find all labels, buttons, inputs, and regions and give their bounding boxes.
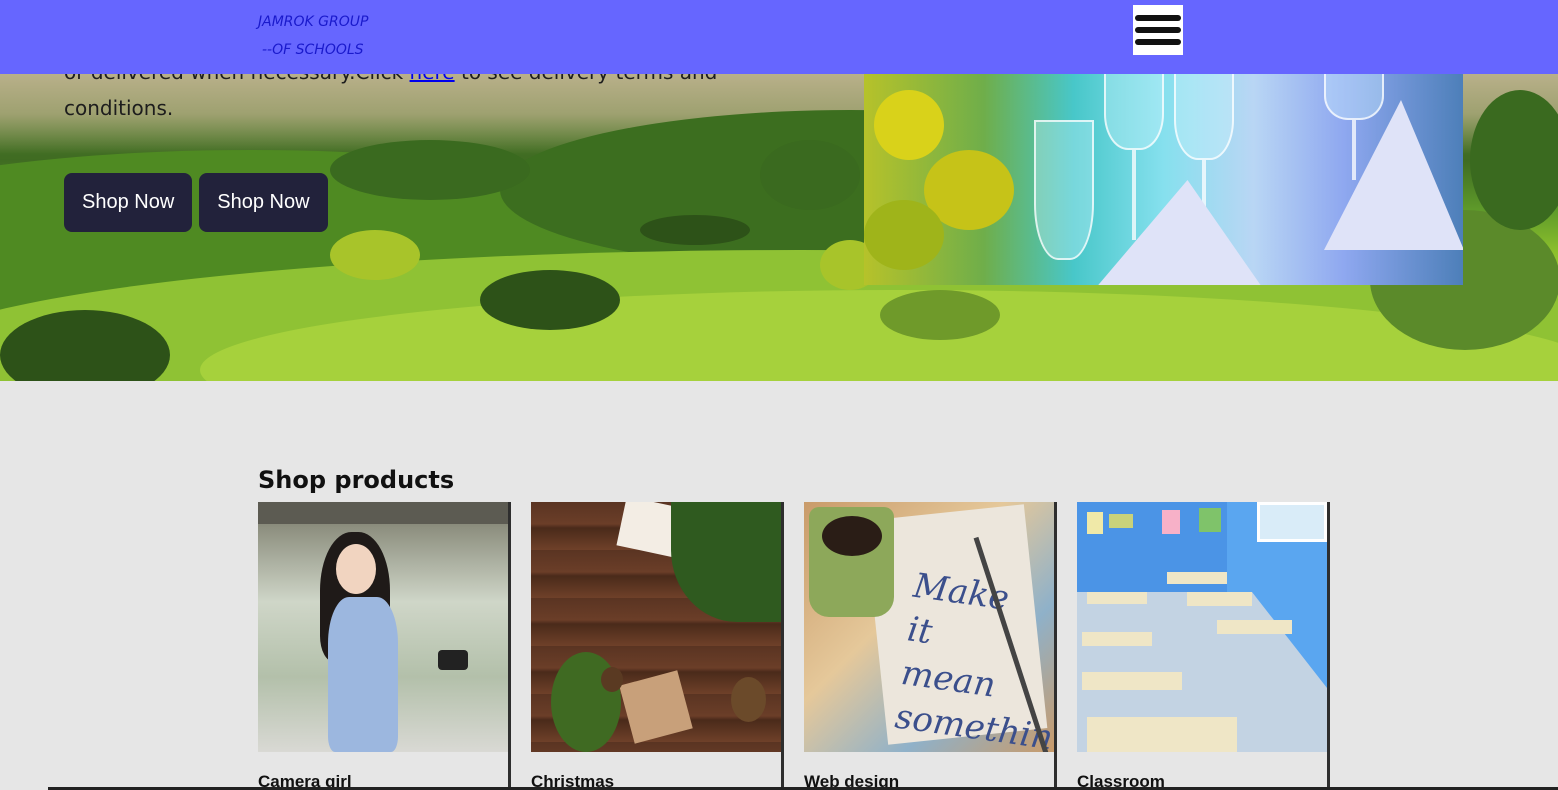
hamburger-menu-icon[interactable] — [1133, 5, 1183, 55]
desk — [1082, 632, 1152, 646]
glass — [1034, 120, 1094, 260]
gift-box — [619, 670, 693, 744]
pinecone — [601, 667, 623, 692]
camera-icon — [438, 650, 468, 670]
hero-buttons: Shop Now Shop Now — [64, 173, 328, 232]
desk — [1167, 572, 1227, 584]
desk — [1087, 717, 1237, 752]
face — [336, 544, 376, 594]
pine-branch — [671, 502, 781, 622]
hero-tree — [330, 140, 530, 200]
pinecone — [731, 677, 766, 722]
hero-tree — [480, 270, 620, 330]
menu-bar — [1135, 39, 1181, 45]
poster — [1109, 514, 1133, 528]
desk — [1187, 592, 1252, 606]
site-logo[interactable]: JAMROK GROUP --OF SCHOOLS — [258, 8, 368, 64]
napkin — [1094, 180, 1264, 285]
desk — [1082, 672, 1182, 690]
window — [1257, 502, 1327, 542]
product-card-camera-girl[interactable]: Camera girl — [258, 502, 511, 790]
shop-now-button[interactable]: Shop Now — [64, 173, 193, 232]
poster — [1199, 508, 1221, 532]
hero-tree — [640, 215, 750, 245]
flower-cluster — [864, 200, 944, 270]
hero-table-setting-image — [864, 60, 1463, 285]
glass-stem — [1352, 120, 1356, 180]
classroom-image — [1077, 502, 1327, 752]
desk — [1087, 592, 1147, 604]
napkin — [1324, 100, 1463, 250]
product-card-christmas[interactable]: Christmas — [531, 502, 784, 790]
hero-tree — [330, 230, 420, 280]
dress — [328, 597, 398, 752]
logo-line-1: JAMROK GROUP — [258, 14, 369, 30]
hero-tree — [760, 140, 860, 210]
flower-cluster — [874, 90, 944, 160]
menu-bar — [1135, 15, 1181, 21]
product-card-web-design[interactable]: Make it mean something Web design — [804, 502, 1057, 790]
poster — [1087, 512, 1103, 534]
top-navbar: JAMROK GROUP --OF SCHOOLS — [0, 0, 1558, 74]
product-card-classroom[interactable]: Classroom — [1077, 502, 1330, 790]
christmas-image — [531, 502, 781, 752]
note-text: Make it mean something — [892, 564, 1054, 752]
web-design-image: Make it mean something — [804, 502, 1054, 752]
menu-bar — [1135, 27, 1181, 33]
shop-products-heading: Shop products — [258, 466, 455, 494]
hero-tree — [880, 290, 1000, 340]
hero-tree — [1470, 90, 1558, 230]
glass — [1174, 60, 1234, 160]
desk — [1217, 620, 1292, 634]
coffee — [822, 516, 882, 556]
glass-stem — [1132, 150, 1136, 240]
poster — [1162, 510, 1180, 534]
shop-now-button-2[interactable]: Shop Now — [199, 173, 328, 232]
camera-girl-image — [258, 502, 508, 752]
roof — [258, 502, 508, 524]
logo-line-2: --OF SCHOOLS — [262, 42, 364, 58]
